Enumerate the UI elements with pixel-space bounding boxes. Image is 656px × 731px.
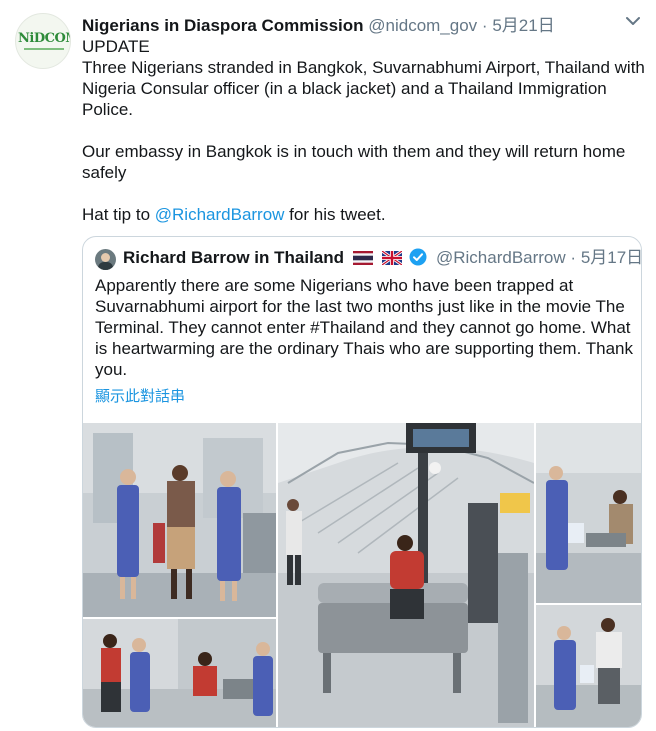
- tweet-date[interactable]: 5月21日: [492, 16, 554, 35]
- quoted-separator-dot: ·: [570, 248, 577, 267]
- quoted-display-name[interactable]: Richard Barrow in Thailand: [123, 248, 344, 267]
- photo-grid: [83, 423, 641, 727]
- update-line: UPDATE: [82, 37, 150, 56]
- logo-underline: [24, 48, 64, 50]
- quoted-header: Richard Barrow in Thailand @RichardBarro…: [123, 247, 641, 269]
- quoted-avatar[interactable]: [95, 249, 116, 270]
- photo-staff-with-man[interactable]: [83, 423, 276, 617]
- tweet[interactable]: NiDCOM Nigerians in Diaspora Commission …: [0, 0, 656, 731]
- photo-attendant-handing-bag[interactable]: [536, 423, 641, 603]
- photo-man-on-bench[interactable]: [278, 423, 534, 727]
- show-thread-link[interactable]: 顯示此對話串: [95, 385, 185, 406]
- nidcom-logo-text: NiDCOM: [18, 31, 70, 46]
- verified-badge-icon: [409, 248, 427, 266]
- tweet-text: UPDATE Three Nigerians stranded in Bangk…: [82, 36, 647, 225]
- chevron-down-icon[interactable]: [626, 16, 640, 26]
- photo-man-in-red-with-attendant[interactable]: [83, 619, 276, 727]
- quoted-tweet[interactable]: Richard Barrow in Thailand @RichardBarro…: [82, 236, 642, 728]
- quoted-text: Apparently there are some Nigerians who …: [95, 276, 633, 379]
- nidcom-avatar[interactable]: NiDCOM: [15, 13, 71, 69]
- tweet-paragraph-2: Our embassy in Bangkok is in touch with …: [82, 142, 626, 182]
- quoted-handle[interactable]: @RichardBarrow: [436, 248, 566, 267]
- user-handle[interactable]: @nidcom_gov: [368, 16, 477, 35]
- display-name[interactable]: Nigerians in Diaspora Commission: [82, 16, 364, 35]
- mention-link[interactable]: @RichardBarrow: [155, 205, 285, 224]
- tweet-paragraph-1: Three Nigerians stranded in Bangkok, Suv…: [82, 58, 645, 119]
- tweet-header: Nigerians in Diaspora Commission @nidcom…: [82, 11, 555, 35]
- uk-flag-icon: [381, 251, 402, 265]
- photo-man-in-white-with-attendant[interactable]: [536, 605, 641, 727]
- hat-tip-suffix: for his tweet.: [284, 205, 386, 224]
- thailand-flag-icon: [352, 251, 373, 265]
- separator-dot: ·: [481, 16, 488, 35]
- hat-tip-prefix: Hat tip to: [82, 205, 155, 224]
- hat-tip-line: Hat tip to @RichardBarrow for his tweet.: [82, 204, 647, 225]
- quoted-date[interactable]: 5月17日: [581, 248, 641, 267]
